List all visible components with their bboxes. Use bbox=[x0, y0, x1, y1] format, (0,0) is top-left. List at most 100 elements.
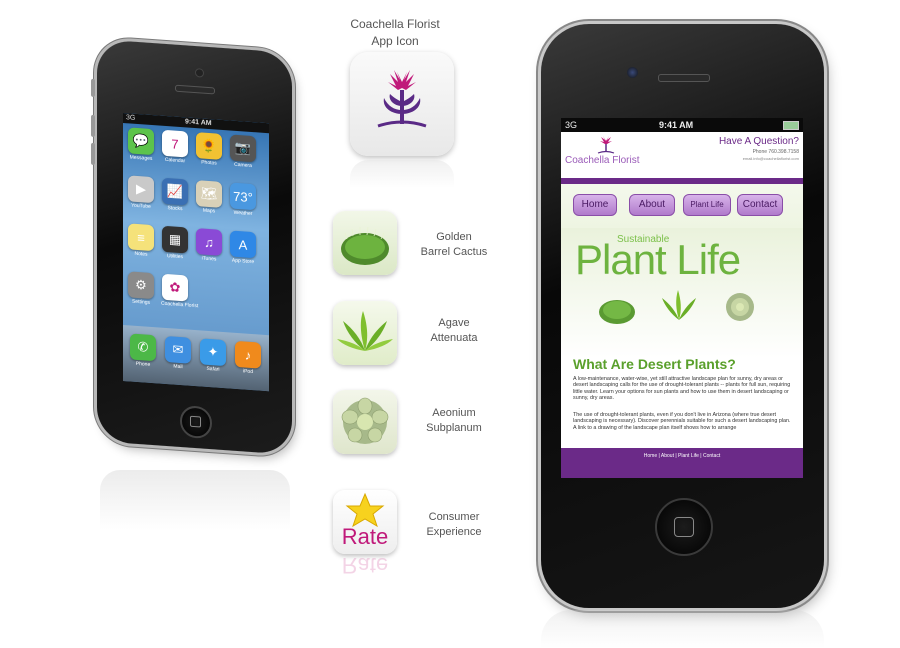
clock: 9:41 AM bbox=[185, 118, 212, 128]
right-phone-reflection bbox=[541, 610, 824, 648]
app-maps[interactable]: 🗺 Maps bbox=[195, 180, 223, 215]
app-label: YouTube bbox=[131, 202, 151, 210]
mobile-website-screen: 3G 9:41 AM Coachella Florist Have A Ques… bbox=[561, 118, 803, 478]
app-itunes[interactable]: ♫ iTunes bbox=[195, 228, 223, 263]
app-icon-caption-line1: Coachella Florist bbox=[350, 17, 440, 31]
utilities-icon: ▦ bbox=[162, 225, 188, 254]
front-camera bbox=[627, 67, 638, 78]
aeonium-subplanum-icon[interactable] bbox=[333, 390, 397, 454]
email-link[interactable]: email.info@coachellaflorist.com bbox=[691, 156, 799, 161]
app-weather[interactable]: 73° Weather bbox=[229, 182, 257, 217]
app-youtube[interactable]: ▶ YouTube bbox=[127, 175, 155, 210]
app-stocks[interactable]: 📈 Stocks bbox=[161, 177, 189, 213]
app-label: Settings bbox=[131, 298, 151, 306]
dock-mail[interactable]: ✉ Mail bbox=[164, 335, 192, 371]
app-settings[interactable]: ⚙ Settings bbox=[127, 271, 155, 306]
app-photos[interactable]: 🌻 Photos bbox=[195, 132, 223, 167]
mute-switch bbox=[91, 78, 95, 98]
nav-home-button[interactable]: Home bbox=[573, 194, 617, 216]
home-button[interactable] bbox=[180, 404, 212, 440]
dock: ✆ Phone ✉ Mail ✦ Safari ♪ iPod bbox=[123, 325, 269, 392]
app-utilities[interactable]: ▦ Utilities bbox=[161, 225, 189, 261]
app-label: Maps bbox=[202, 207, 216, 215]
left-iphone: 3G 9:41 AM 💬 Messages 7 Calendar 🌻 Photos 📷 Cam… bbox=[91, 39, 292, 455]
content-heading: What Are Desert Plants? bbox=[573, 356, 736, 372]
app-coachella-florist[interactable]: ✿ Coachella Florist bbox=[161, 273, 199, 310]
app-label: Messages bbox=[129, 154, 153, 163]
dock-label: Safari bbox=[206, 365, 220, 373]
dock-label: iPod bbox=[242, 368, 253, 376]
caption-line2: Subplanum bbox=[426, 422, 482, 434]
dock-phone[interactable]: ✆ Phone bbox=[129, 333, 157, 368]
app-appstore[interactable]: A App Store bbox=[229, 230, 257, 265]
agave-icon bbox=[662, 290, 696, 320]
dock-safari[interactable]: ✦ Safari bbox=[199, 338, 227, 373]
battery-icon bbox=[783, 121, 799, 130]
phone-number[interactable]: Phone 760.398.7158 bbox=[691, 149, 799, 155]
rate-icon[interactable]: Rate bbox=[333, 490, 397, 554]
home-button-square-icon bbox=[674, 517, 694, 537]
notes-icon: ≡ bbox=[128, 223, 154, 252]
left-phone-reflection bbox=[100, 470, 290, 530]
cactus-icon bbox=[599, 300, 635, 324]
app-calendar[interactable]: 7 Calendar bbox=[161, 129, 189, 165]
golden-barrel-cactus-icon[interactable] bbox=[333, 211, 397, 275]
home-button[interactable] bbox=[655, 498, 713, 556]
app-label: iTunes bbox=[201, 255, 217, 263]
volume-up-button bbox=[91, 114, 95, 138]
coachella-florist-app-icon[interactable] bbox=[350, 52, 454, 156]
youtube-icon: ▶ bbox=[128, 175, 154, 204]
consumer-experience-caption: Consumer Experience bbox=[404, 510, 504, 540]
content-paragraph-1: A low-maintenance, water-wise, yet still… bbox=[573, 376, 791, 402]
maps-icon: 🗺 bbox=[196, 180, 222, 208]
ipod-icon: ♪ bbox=[235, 340, 261, 369]
coachella-florist-icon: ✿ bbox=[162, 273, 188, 302]
app-label: Weather bbox=[233, 209, 253, 218]
nav-about-button[interactable]: About bbox=[629, 194, 675, 216]
caption-line2: Barrel Cactus bbox=[420, 246, 488, 258]
app-icon-caption-line2: App Icon bbox=[371, 34, 419, 48]
agave-icon bbox=[337, 311, 393, 351]
photos-icon: 🌻 bbox=[196, 132, 222, 160]
rate-reflection: Rate bbox=[341, 553, 389, 578]
right-iphone: 3G 9:41 AM Coachella Florist Have A Ques… bbox=[541, 24, 824, 608]
front-camera bbox=[195, 68, 204, 78]
app-label: Coachella Florist bbox=[161, 300, 199, 310]
succulent-icon bbox=[726, 293, 754, 321]
calendar-icon: 7 bbox=[162, 129, 188, 158]
app-notes[interactable]: ≡ Notes bbox=[127, 223, 155, 258]
app-messages[interactable]: 💬 Messages bbox=[127, 127, 155, 162]
app-label: Notes bbox=[134, 250, 148, 258]
agave-attenuata-icon[interactable] bbox=[333, 301, 397, 365]
app-camera[interactable]: 📷 Camera bbox=[229, 134, 257, 169]
status-bar: 3G 9:41 AM bbox=[561, 118, 803, 132]
itunes-icon: ♫ bbox=[196, 228, 222, 256]
rate-label: Rate bbox=[341, 524, 389, 549]
app-label: App Store bbox=[231, 257, 255, 266]
carrier-label: 3G bbox=[565, 120, 578, 130]
home-screen: 3G 9:41 AM 💬 Messages 7 Calendar 🌻 Photos 📷 Cam… bbox=[123, 113, 269, 392]
footer-links[interactable]: Home | About | Plant Life | Contact bbox=[644, 453, 720, 459]
florist-logo-icon bbox=[597, 136, 615, 154]
mail-icon: ✉ bbox=[165, 335, 191, 364]
home-button-square-icon bbox=[190, 415, 201, 428]
question-heading: Have A Question? bbox=[718, 136, 799, 147]
dock-ipod[interactable]: ♪ iPod bbox=[234, 340, 262, 376]
golden-barrel-cactus-caption: Golden Barrel Cactus bbox=[404, 230, 504, 260]
app-label: Photos bbox=[201, 159, 217, 167]
stocks-icon: 📈 bbox=[162, 177, 188, 206]
app-label: Calendar bbox=[164, 156, 186, 165]
app-label: Utilities bbox=[166, 253, 184, 261]
app-icon-reflection bbox=[350, 160, 454, 188]
caption-line1: Agave bbox=[438, 317, 470, 329]
app-icon-caption: Coachella Florist App Icon bbox=[330, 16, 460, 50]
lotus-tree-logo-icon bbox=[377, 70, 427, 128]
safari-icon: ✦ bbox=[200, 338, 226, 367]
messages-icon: 💬 bbox=[128, 127, 154, 156]
clock: 9:41 AM bbox=[659, 120, 694, 130]
nav-plant-life-button[interactable]: Plant Life bbox=[683, 194, 731, 216]
brand-name: Coachella Florist bbox=[565, 155, 640, 166]
camera-icon: 📷 bbox=[230, 134, 256, 163]
phone-icon: ✆ bbox=[130, 333, 156, 362]
nav-contact-button[interactable]: Contact bbox=[737, 194, 783, 216]
